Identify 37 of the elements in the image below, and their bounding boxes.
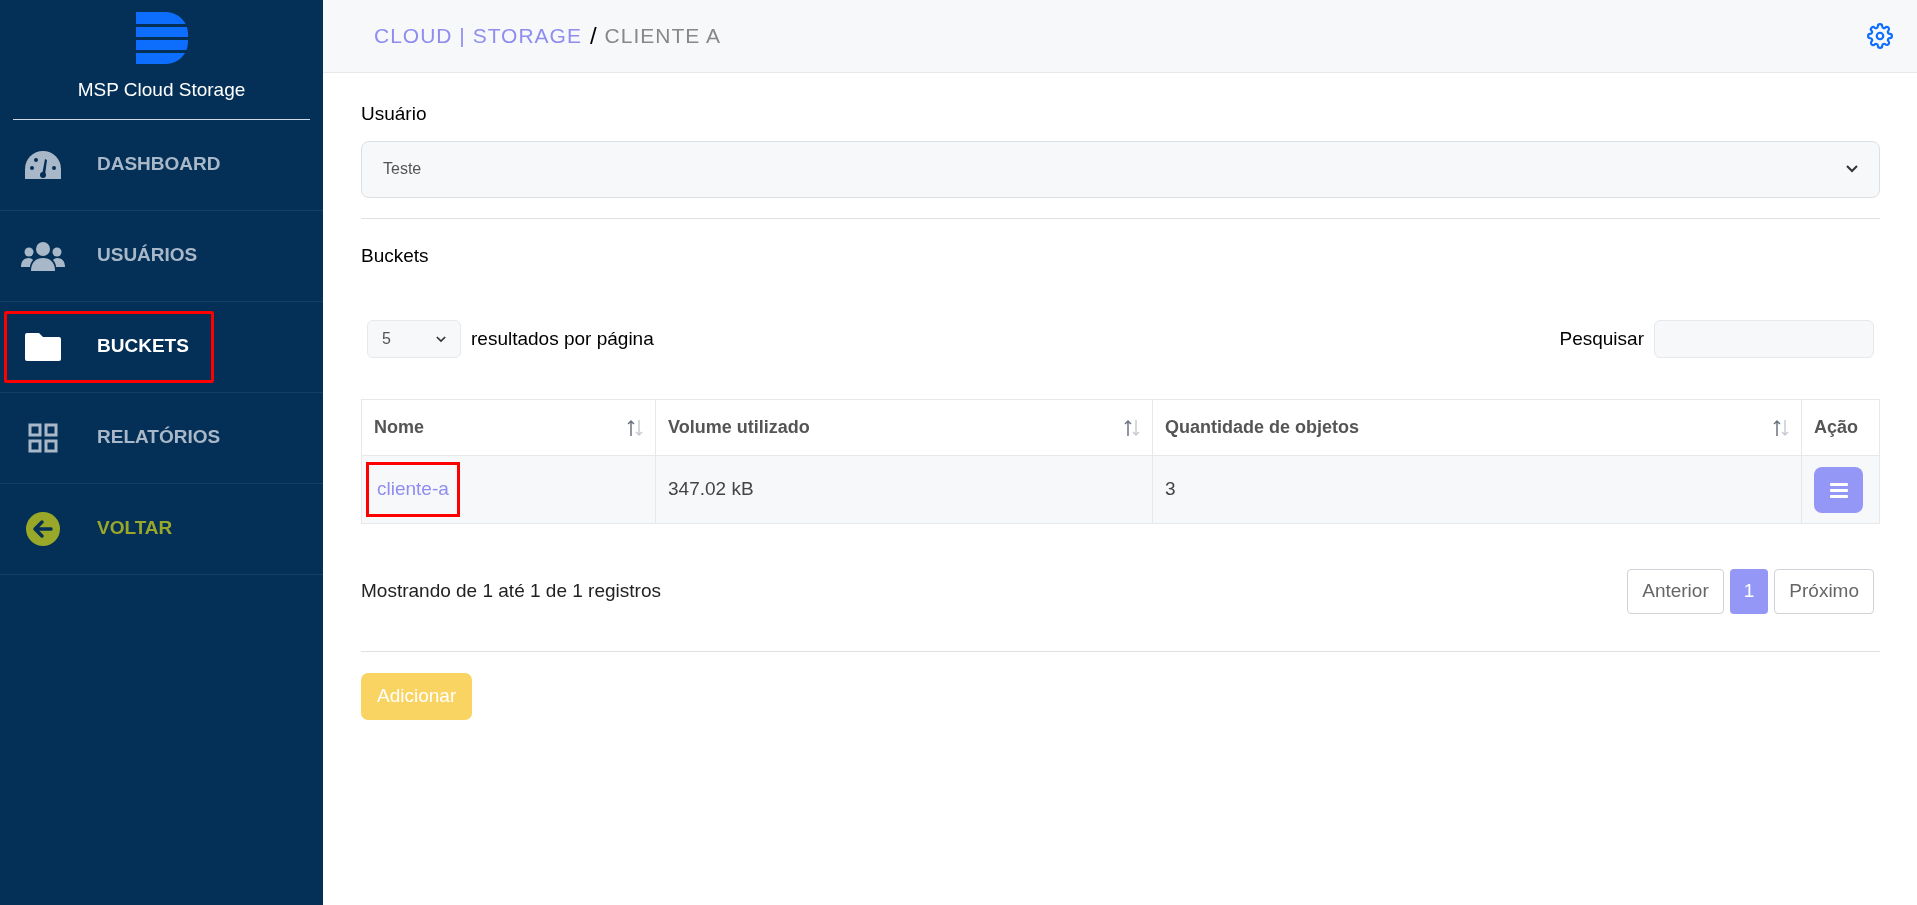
chevron-down-icon xyxy=(1846,165,1858,173)
search-label: Pesquisar xyxy=(1559,326,1644,351)
logo-icon xyxy=(135,12,188,64)
table-cell: 3 xyxy=(1152,455,1802,524)
nav-item[interactable]: VOLTAR xyxy=(4,492,200,565)
menu-button[interactable] xyxy=(1814,466,1863,513)
pagination-button[interactable]: Próximo xyxy=(1774,569,1874,614)
records-info: Mostrando de 1 até 1 de 1 registros xyxy=(361,579,661,604)
users-icon xyxy=(21,240,65,271)
search-field[interactable] xyxy=(1654,320,1874,358)
sort-icon xyxy=(1773,417,1789,438)
gauge-icon xyxy=(23,148,63,181)
user-select[interactable]: Teste xyxy=(361,140,1880,198)
page-size-select[interactable]: 5 xyxy=(367,320,461,358)
nav-item[interactable]: RELATÓRIOS xyxy=(4,401,246,474)
sort-icon xyxy=(627,417,643,438)
nav-item[interactable]: DASHBOARD xyxy=(4,128,246,201)
settings-icon[interactable] xyxy=(1867,23,1893,49)
column-header[interactable]: Volume utilizado xyxy=(655,399,1153,456)
breadcrumb-current: CLIENTE A xyxy=(604,23,721,50)
chevron-down-icon xyxy=(436,335,446,343)
pagination-button[interactable]: Anterior xyxy=(1627,569,1724,614)
table-cell: 347.02 kB xyxy=(655,455,1153,524)
column-header[interactable]: Nome xyxy=(361,399,656,456)
breadcrumb-separator: / xyxy=(589,21,597,51)
column-header[interactable]: Quantidade de objetos xyxy=(1152,399,1802,456)
brand-name: MSP Cloud Storage xyxy=(77,78,246,102)
page-size-label: resultados por página xyxy=(471,326,654,351)
sort-icon xyxy=(1124,417,1140,438)
section-title: Buckets xyxy=(361,243,430,268)
column-header: Ação xyxy=(1801,399,1880,456)
menu-icon xyxy=(1829,481,1848,498)
nav-item[interactable]: USUÁRIOS xyxy=(4,219,223,292)
field-label: Usuário xyxy=(361,102,428,126)
nav-item[interactable]: BUCKETS xyxy=(4,310,214,383)
folder-icon xyxy=(25,332,61,361)
grid-icon xyxy=(28,422,58,453)
